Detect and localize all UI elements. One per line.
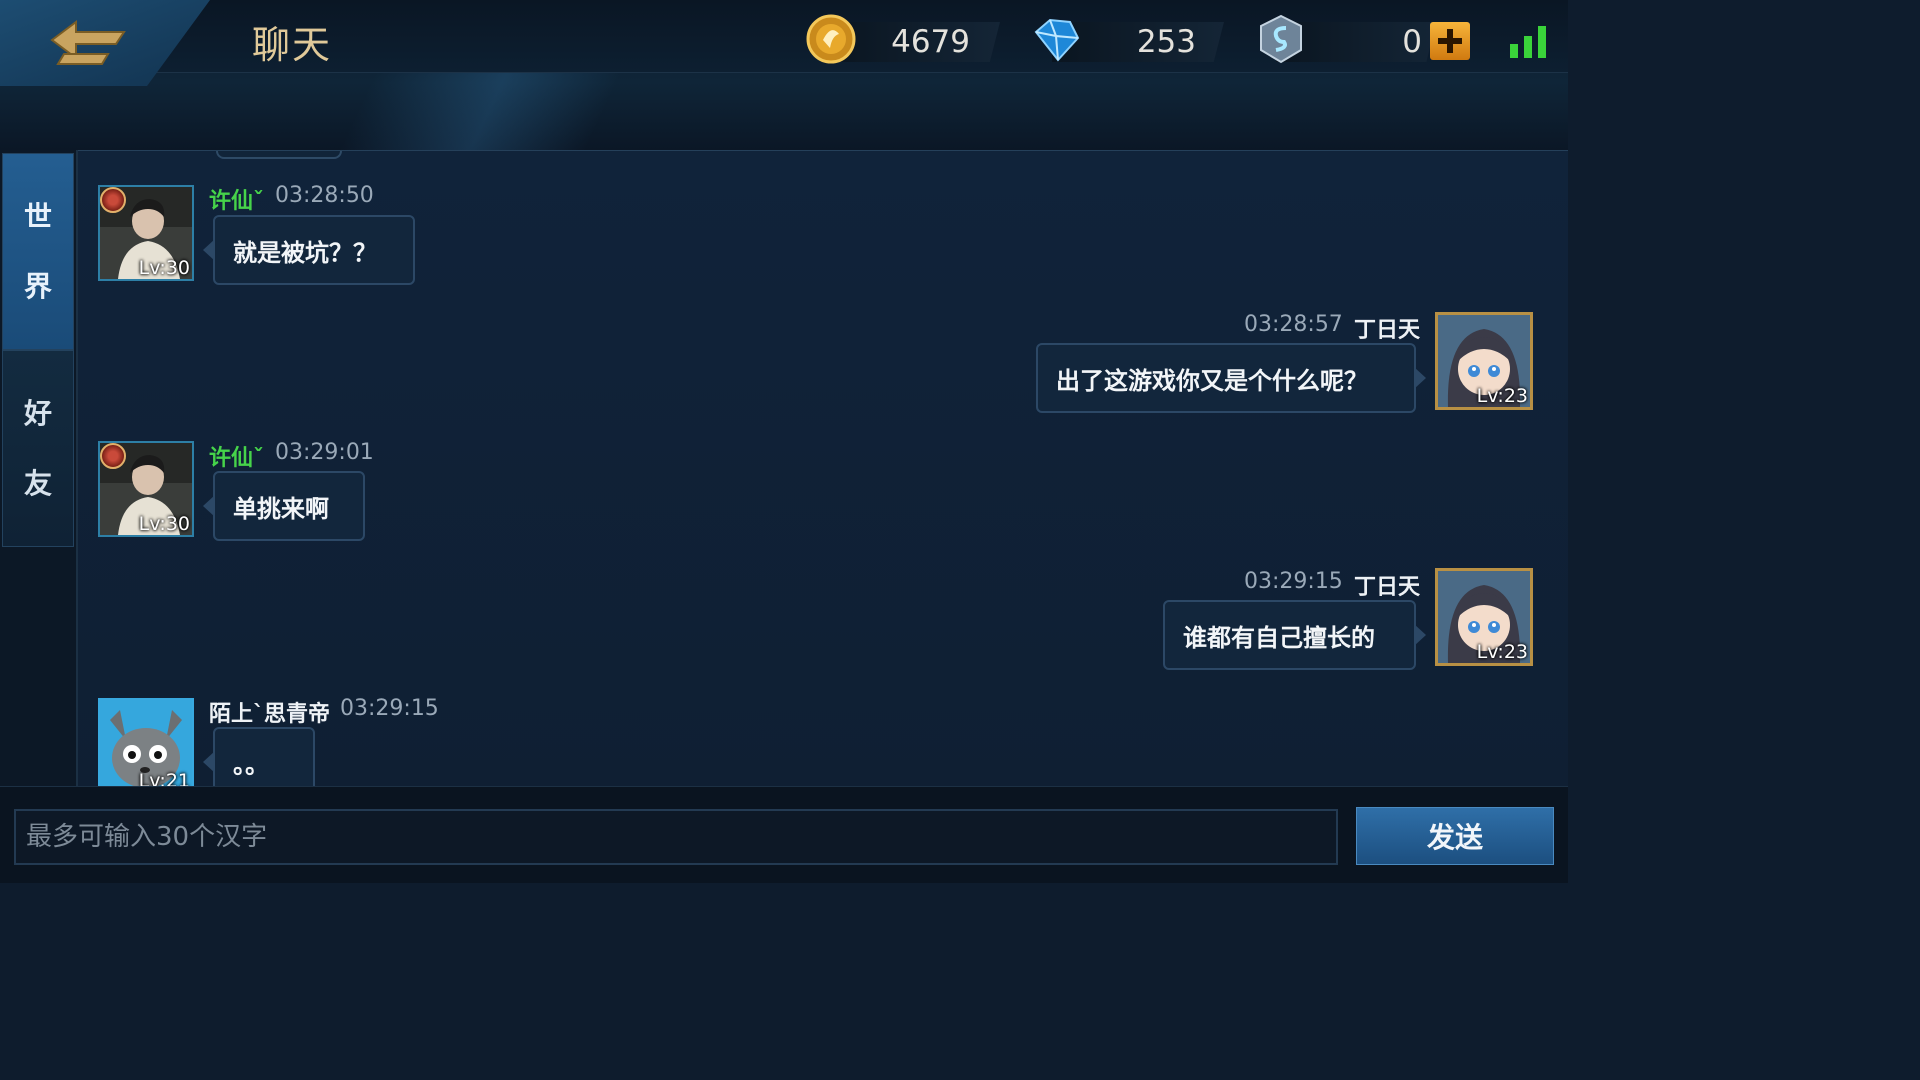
diamond-icon [1034,18,1080,62]
tab-friends[interactable]: 好 友 [2,350,74,547]
rank-badge-icon [100,443,126,469]
page-title: 聊天 [252,23,333,67]
rank-badge-icon [100,187,126,213]
message-bubble: 单挑来啊 [203,471,365,541]
gold-amount: 4679 [891,24,970,60]
message-time: 03:28:57 [1244,312,1343,337]
message-time: 03:28:50 [275,183,374,208]
sender-name[interactable]: 许仙ˇ [209,183,264,215]
back-button[interactable] [0,0,210,86]
avatar-moshang[interactable]: Lv:21 [98,698,194,786]
send-button[interactable]: 发送 [1356,807,1554,865]
message-time: 03:29:15 [340,696,439,721]
previous-message-bubble [216,151,342,159]
sender-name[interactable]: 丁日天 [1354,312,1420,344]
avatar-xuxian[interactable]: Lv:30 [98,185,194,281]
avatar-level: Lv:23 [1476,641,1528,663]
avatar-level: Lv:23 [1476,385,1528,407]
voucher-amount: 0 [1402,24,1422,60]
avatar-xuxian[interactable]: Lv:30 [98,441,194,537]
signal-strength-icon [1510,26,1546,58]
sender-name[interactable]: 许仙ˇ [209,440,264,472]
tab-world[interactable]: 世 界 [2,153,74,350]
input-bar: 发送 [0,786,1568,883]
voucher-icon [1260,14,1302,64]
message-bubble: 就是被坑？？ [203,215,415,285]
back-arrow-icon [50,20,126,65]
message-bubble: 谁都有自己擅长的 [1163,600,1426,670]
tab-friends-char-1: 好 [23,396,52,430]
add-voucher-button[interactable] [1430,22,1470,60]
message-time: 03:29:15 [1244,569,1343,594]
avatar-dingritian[interactable]: Lv:23 [1435,312,1533,410]
chat-log[interactable]: Lv:30 许仙ˇ 03:28:50 就是被坑？？ 03:28:57 丁日天 出… [78,151,1568,786]
gold-coin-icon [806,14,856,64]
avatar-level: Lv:30 [138,513,190,535]
avatar-level: Lv:21 [138,770,190,786]
avatar-level: Lv:30 [138,257,190,279]
header-bar: 聊天 4679 253 0 [0,0,1568,151]
message-time: 03:29:01 [275,440,374,465]
sender-name[interactable]: 丁日天 [1354,569,1420,601]
tab-friends-char-2: 友 [23,466,52,500]
message-bubble: 。。 [203,727,315,786]
message-input[interactable] [14,809,1338,865]
tab-world-char-1: 世 [23,199,52,233]
avatar-dingritian[interactable]: Lv:23 [1435,568,1533,666]
message-bubble: 出了这游戏你又是个什么呢？ [1036,343,1426,413]
diamond-amount: 253 [1136,24,1196,60]
sender-name[interactable]: 陌上`思青帝 [209,696,330,728]
tab-world-char-2: 界 [23,269,52,303]
